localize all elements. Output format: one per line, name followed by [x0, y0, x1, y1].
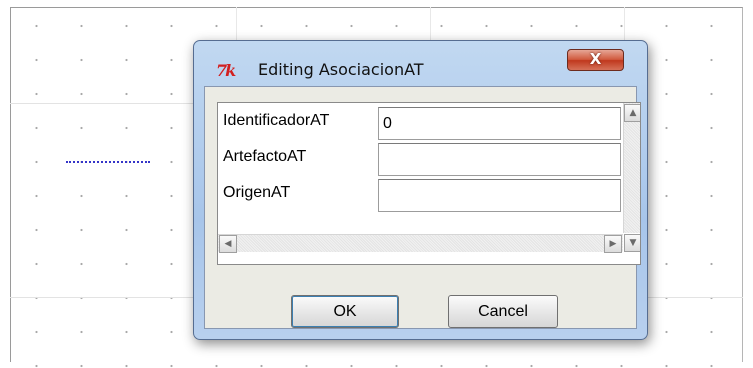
scroll-left-icon[interactable]: ◀: [219, 235, 237, 253]
property-label: ArtefactoAT: [223, 148, 307, 165]
origenat-input[interactable]: [378, 179, 621, 212]
ok-button[interactable]: OK: [291, 295, 399, 328]
artefactoat-input[interactable]: [378, 143, 621, 176]
grid-guide-line: [10, 297, 200, 298]
cancel-button[interactable]: Cancel: [448, 295, 558, 328]
property-label: OrigenAT: [223, 184, 291, 201]
app-logo-icon: 7k: [216, 61, 236, 80]
close-button[interactable]: X: [567, 49, 624, 71]
identificadorat-input[interactable]: [378, 107, 621, 140]
property-label: IdentificadorAT: [223, 112, 330, 129]
horizontal-scrollbar[interactable]: ◀ ▶: [218, 234, 623, 253]
association-connector[interactable]: [66, 161, 150, 163]
grid-guide-line: [10, 103, 200, 104]
property-row: ArtefactoAT: [218, 139, 621, 176]
grid-guide-line: [645, 297, 743, 298]
dialog-client-area: IdentificadorAT ArtefactoAT OrigenAT ▲ ◀…: [204, 86, 641, 329]
vertical-scrollbar[interactable]: ▲: [623, 103, 640, 233]
scroll-right-icon[interactable]: ▶: [604, 235, 622, 253]
property-table: IdentificadorAT ArtefactoAT OrigenAT ▲ ◀…: [217, 102, 641, 265]
property-row: OrigenAT: [218, 175, 621, 212]
edit-dialog: 7k Editing AsociacionAT X IdentificadorA…: [193, 40, 648, 340]
scroll-down-icon[interactable]: ▼: [624, 234, 640, 252]
scroll-up-icon[interactable]: ▲: [624, 104, 640, 122]
property-row: IdentificadorAT: [218, 103, 621, 140]
dialog-title: Editing AsociacionAT: [258, 60, 424, 79]
